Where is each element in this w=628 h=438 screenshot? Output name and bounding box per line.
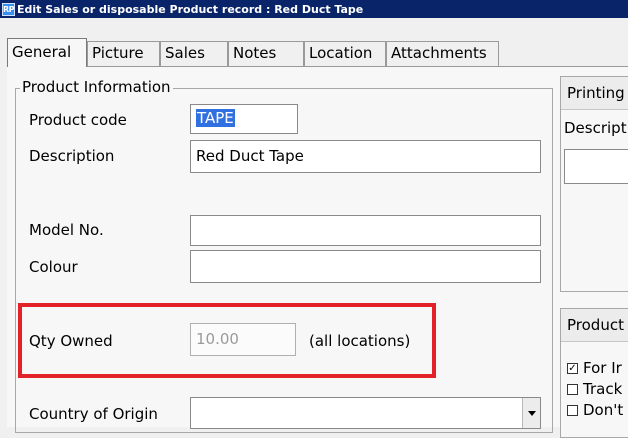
checkbox-label-2: Track: [583, 380, 623, 398]
product-code-label: Product code: [29, 111, 127, 129]
checkbox-label-3: Don't: [583, 401, 624, 419]
description-field[interactable]: Red Duct Tape: [190, 140, 541, 173]
checkbox-unchecked[interactable]: [567, 404, 578, 416]
product-options-header: Product: [561, 309, 628, 342]
chevron-down-icon: [527, 410, 536, 416]
checkbox-row-1[interactable]: ✓ For Ir: [567, 360, 622, 376]
checkbox-unchecked[interactable]: [567, 383, 578, 395]
checkbox-checked[interactable]: ✓: [567, 362, 578, 374]
tab-picture[interactable]: Picture: [87, 41, 160, 66]
printing-description-label: Descript: [564, 119, 627, 137]
product-code-field[interactable]: TAPE: [190, 104, 298, 134]
checkbox-row-2[interactable]: Track: [567, 381, 622, 397]
tab-sales[interactable]: Sales: [160, 41, 228, 66]
model-no-label: Model No.: [29, 221, 104, 239]
colour-label: Colour: [29, 258, 78, 276]
tab-general[interactable]: General: [7, 38, 87, 67]
checkbox-row-3[interactable]: Don't: [567, 402, 623, 418]
app-icon: RP: [2, 2, 15, 16]
printing-description-field[interactable]: [564, 149, 628, 184]
printing-header: Printing: [561, 77, 628, 110]
product-options-group: Product ✓ For Ir Track Don't: [560, 308, 628, 438]
checkbox-label-1: For Ir: [583, 359, 622, 377]
window-title: Edit Sales or disposable Product record …: [17, 2, 364, 16]
country-of-origin-label: Country of Origin: [29, 405, 158, 423]
country-dropdown-button[interactable]: [522, 398, 540, 428]
model-no-field[interactable]: [190, 215, 541, 246]
qty-owned-highlight: [18, 303, 436, 378]
product-information-legend: Product Information: [20, 78, 173, 96]
window-titlebar[interactable]: RP Edit Sales or disposable Product reco…: [0, 0, 628, 18]
printing-group: Printing Descript: [560, 76, 628, 292]
country-of-origin-combo[interactable]: [190, 397, 541, 429]
tab-attachments[interactable]: Attachments: [386, 41, 499, 66]
product-code-value: TAPE: [196, 109, 235, 127]
description-label: Description: [29, 147, 115, 165]
colour-field[interactable]: [190, 250, 541, 283]
tab-location[interactable]: Location: [304, 41, 386, 66]
tab-notes[interactable]: Notes: [228, 41, 304, 66]
